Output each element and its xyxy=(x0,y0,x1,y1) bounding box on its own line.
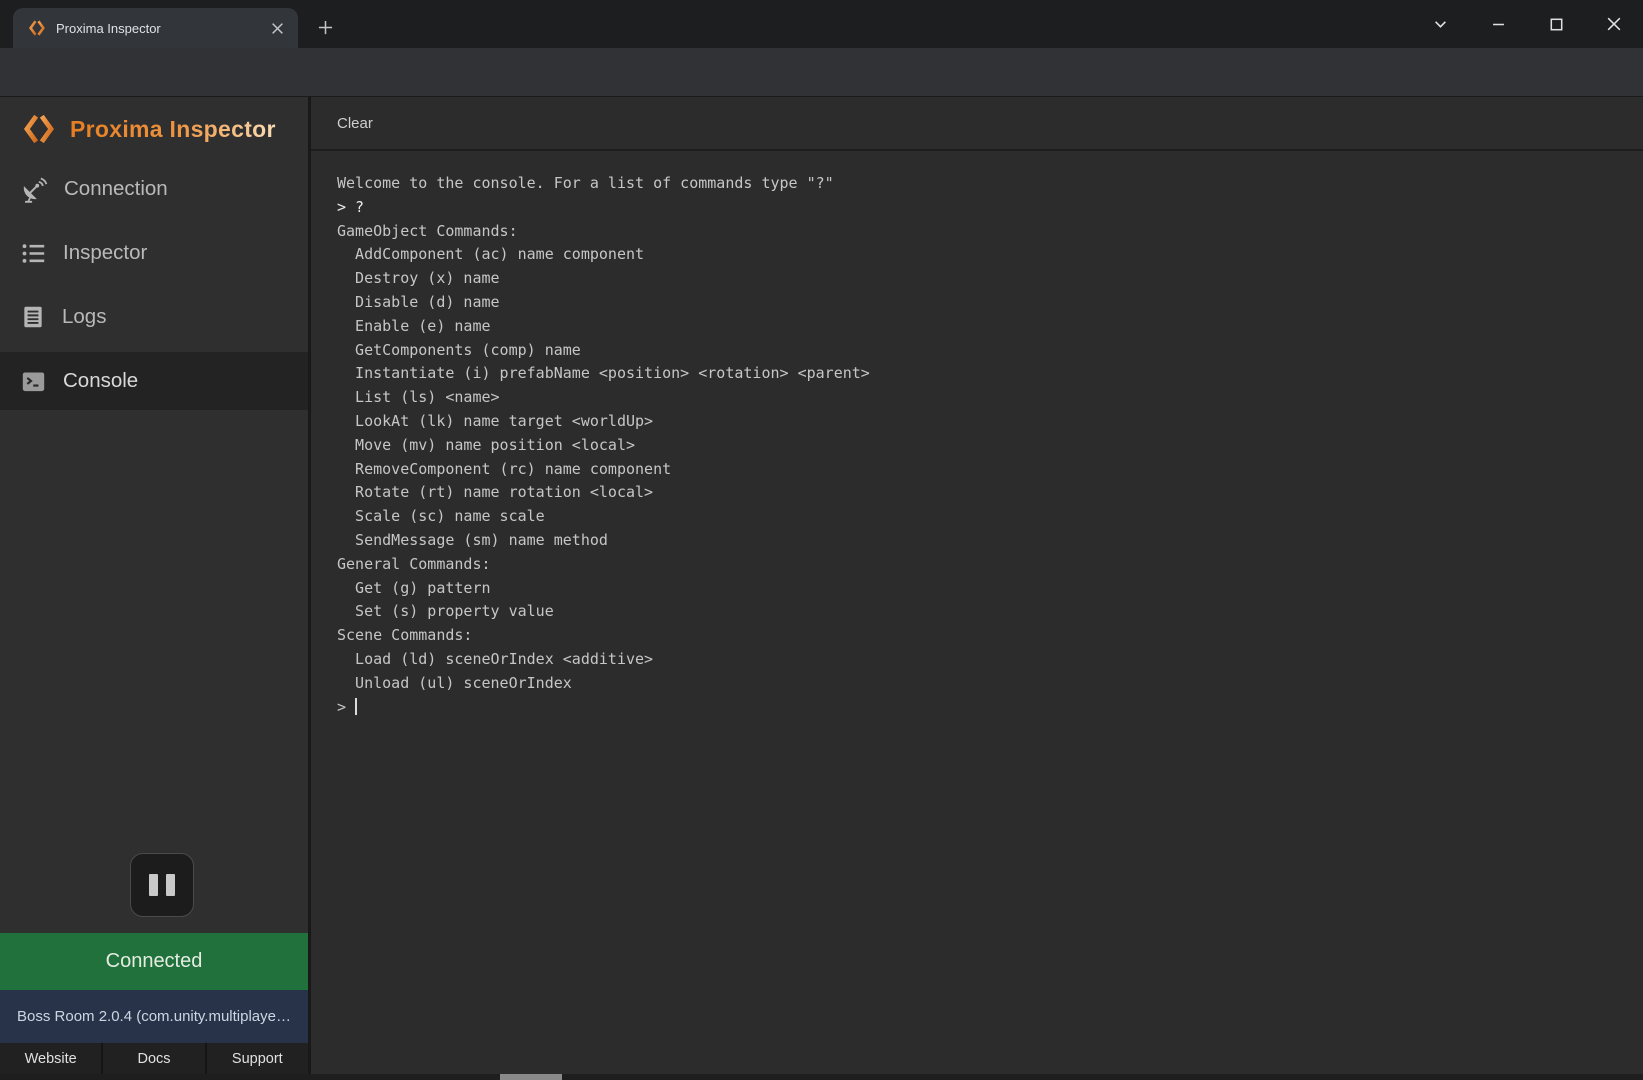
document-icon xyxy=(20,304,46,330)
sidebar: Proxima Inspector Connection xyxy=(0,97,308,1080)
console-line: Unload (ul) sceneOrIndex xyxy=(337,672,1617,696)
horizontal-scrollbar-thumb[interactable] xyxy=(500,1074,562,1080)
browser-titlebar: Proxima Inspector xyxy=(0,0,1643,48)
tab-search-icon[interactable] xyxy=(1411,0,1469,48)
console-line: RemoveComponent (rc) name component xyxy=(337,458,1617,482)
project-label: Boss Room 2.0.4 (com.unity.multiplaye… xyxy=(17,1008,291,1025)
console-line: Destroy (x) name xyxy=(337,267,1617,291)
new-tab-button[interactable] xyxy=(310,12,340,42)
console-line: Get (g) pattern xyxy=(337,577,1617,601)
console-line: GetComponents (comp) name xyxy=(337,339,1617,363)
sidebar-item-label: Inspector xyxy=(63,241,147,265)
satellite-dish-icon xyxy=(20,176,48,203)
browser-toolbar: Not secure https://10.0.0.216:7759/conso… xyxy=(0,48,1643,97)
bullet-list-icon xyxy=(20,240,47,267)
brand-title: Proxima Inspector xyxy=(70,116,276,143)
console-line: Enable (e) name xyxy=(337,315,1617,339)
console-line: Scene Commands: xyxy=(337,624,1617,648)
browser-tab[interactable]: Proxima Inspector xyxy=(13,8,298,48)
sidebar-item-console[interactable]: Console xyxy=(0,352,308,410)
console-line: General Commands: xyxy=(337,553,1617,577)
console-line: Scale (sc) name scale xyxy=(337,505,1617,529)
connection-status-label: Connected xyxy=(106,950,203,973)
brand: Proxima Inspector xyxy=(0,101,308,157)
proxima-favicon-icon xyxy=(28,19,46,37)
console-line: Set (s) property value xyxy=(337,600,1617,624)
sidebar-item-connection[interactable]: Connection xyxy=(0,160,308,218)
footer-link-docs[interactable]: Docs xyxy=(101,1043,204,1074)
console-line: Load (ld) sceneOrIndex <additive> xyxy=(337,648,1617,672)
console-prompt-line: > xyxy=(337,696,1617,720)
console-line: Disable (d) name xyxy=(337,291,1617,315)
window-controls xyxy=(1411,0,1643,48)
pause-icon xyxy=(149,874,158,896)
close-button[interactable] xyxy=(1585,0,1643,48)
footer-link-support[interactable]: Support xyxy=(205,1043,308,1074)
sidebar-footer: Website Docs Support xyxy=(0,1043,308,1074)
project-info-bar: Boss Room 2.0.4 (com.unity.multiplaye… xyxy=(0,990,308,1043)
console-line: GameObject Commands: xyxy=(337,220,1617,244)
pause-icon xyxy=(166,874,175,896)
console-panel: Clear Welcome to the console. For a list… xyxy=(311,97,1643,1080)
tab-close-icon[interactable] xyxy=(266,17,288,39)
console-line: LookAt (lk) name target <worldUp> xyxy=(337,410,1617,434)
console-line: List (ls) <name> xyxy=(337,386,1617,410)
console-line: Instantiate (i) prefabName <position> <r… xyxy=(337,362,1617,386)
pause-button[interactable] xyxy=(130,853,194,917)
minimize-button[interactable] xyxy=(1469,0,1527,48)
clear-console-button[interactable]: Clear xyxy=(337,115,373,132)
sidebar-item-label: Logs xyxy=(62,305,106,329)
sidebar-item-inspector[interactable]: Inspector xyxy=(0,224,308,282)
sidebar-item-logs[interactable]: Logs xyxy=(0,288,308,346)
terminal-icon xyxy=(20,368,47,395)
connection-status-bar: Connected xyxy=(0,933,308,990)
horizontal-scrollbar[interactable] xyxy=(0,1074,1643,1080)
footer-link-website[interactable]: Website xyxy=(0,1043,101,1074)
sidebar-item-label: Console xyxy=(63,369,138,393)
console-output[interactable]: Welcome to the console. For a list of co… xyxy=(311,151,1643,740)
proxima-logo-icon xyxy=(22,112,56,146)
console-line: > ? xyxy=(337,196,1617,220)
maximize-button[interactable] xyxy=(1527,0,1585,48)
console-cursor xyxy=(355,698,357,715)
tab-title: Proxima Inspector xyxy=(56,21,266,36)
console-line: SendMessage (sm) name method xyxy=(337,529,1617,553)
proxima-page: Proxima Inspector Connection xyxy=(0,97,1643,1080)
console-line: Move (mv) name position <local> xyxy=(337,434,1617,458)
console-line: Rotate (rt) name rotation <local> xyxy=(337,481,1617,505)
console-toolbar: Clear xyxy=(311,97,1643,151)
console-line: Welcome to the console. For a list of co… xyxy=(337,172,1617,196)
console-line: AddComponent (ac) name component xyxy=(337,243,1617,267)
sidebar-item-label: Connection xyxy=(64,177,168,201)
